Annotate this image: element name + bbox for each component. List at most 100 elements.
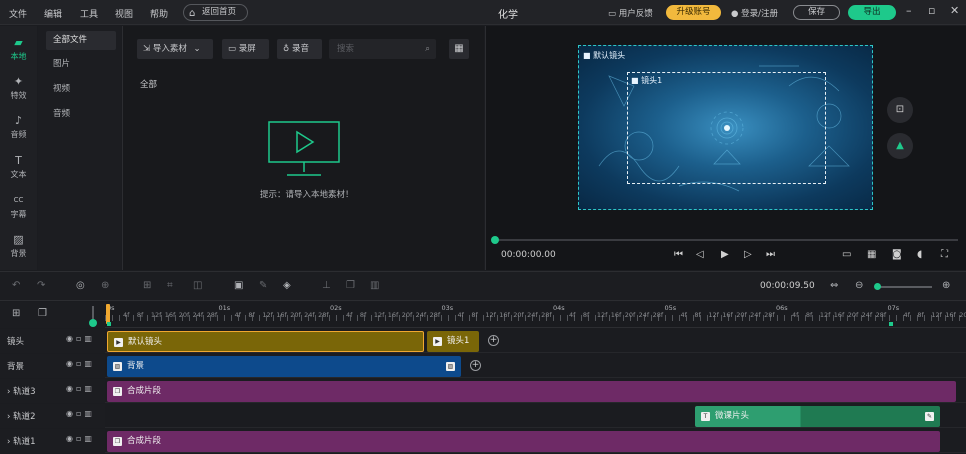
playback-progress[interactable] [491,236,958,244]
undo-icon[interactable]: ↶ [12,280,20,291]
maximize-icon[interactable]: ▫ [928,4,935,17]
fit-screen-button[interactable]: ⊡ [887,97,913,123]
eye-icon[interactable]: ◉ [66,384,76,393]
clip-default-camera[interactable]: ▶ 默认镜头 [107,331,424,352]
eye-icon[interactable]: ◉ [66,359,76,368]
delete-icon[interactable]: ▥ [370,280,379,291]
track-controls[interactable]: ◉▫▥ [66,434,95,443]
home-button[interactable]: ⌂ 返回首页 [183,4,248,21]
fit-timeline-icon[interactable]: ⇔ [830,280,838,291]
import-media-button[interactable]: ⇲ 导入素材 ⌄ [137,39,213,59]
category-all-files[interactable]: 全部文件 [46,31,116,50]
zoom-slider[interactable] [876,286,932,288]
eye-icon[interactable]: ◉ [66,434,76,443]
menu-tools[interactable]: 工具 [80,7,98,20]
track-2: › 轨道2 ◉▫▥ T 微课片头 ✎ [0,404,966,428]
volume-icon[interactable]: ◖ [917,249,922,260]
nav-effects[interactable]: ✦ 特效 [0,75,37,101]
screen-mode-icon[interactable]: ▭ [842,249,851,260]
progress-knob[interactable] [491,236,499,244]
pen-icon[interactable]: ✎ [259,280,267,291]
fullscreen-icon[interactable]: ⛶ [941,249,948,260]
zoom-in-icon[interactable]: ⊕ [942,280,950,291]
skip-end-icon[interactable]: ⏭ [766,249,775,260]
grid-view-button[interactable]: ▦ [449,39,469,59]
playhead[interactable] [106,304,110,324]
add-track-icon[interactable]: ⊞ [12,308,20,319]
ruler-frame-label: 8f [582,311,590,319]
ruler-frame-label: 16f [276,311,287,319]
add-camera-button[interactable]: + [488,335,499,346]
preview-canvas[interactable]: ■ 默认镜头 ■ 镜头1 [578,45,873,210]
trash-icon[interactable]: ▥ [84,434,95,443]
menu-edit[interactable]: 编辑 [44,7,62,20]
play-icon[interactable]: ▶ [721,249,729,260]
eye-icon[interactable]: ◉ [66,409,76,418]
search-input[interactable]: 搜索 ⌕ [329,39,436,59]
nav-local[interactable]: ▰ 本地 [0,36,37,62]
add-background-button[interactable]: + [470,360,481,371]
close-icon[interactable]: ✕ [950,4,959,17]
save-button[interactable]: 保存 [793,5,840,20]
category-videos[interactable]: 视频 [46,80,116,99]
skip-start-icon[interactable]: ⏮ [674,249,683,260]
split-icon[interactable]: ⊞ [143,280,151,291]
track-controls[interactable]: ◉▫▥ [66,384,95,393]
menu-view[interactable]: 视图 [115,7,133,20]
nav-background[interactable]: ▨ 背景 [0,233,37,259]
login-link[interactable]: ● 登录/注册 [731,7,778,19]
trash-icon[interactable]: ▥ [84,334,95,343]
menu-file[interactable]: 文件 [9,7,27,20]
category-audio[interactable]: 音频 [46,105,116,124]
clip-intro[interactable]: T 微课片头 ✎ [695,406,940,427]
ruler-frame-label: 24f [638,311,650,319]
range-end-marker[interactable] [889,322,893,326]
record-screen-button[interactable]: ▭ 录屏 [222,39,269,59]
clip-camera1[interactable]: ▶ 镜头1 [427,331,479,352]
category-images[interactable]: 图片 [46,55,116,74]
step-back-icon[interactable]: ◁ [696,249,704,260]
eye-icon[interactable]: ◉ [66,334,76,343]
stamp-icon[interactable]: ⊥ [322,280,331,291]
export-button[interactable]: 导出 [848,5,896,20]
step-forward-icon[interactable]: ▷ [744,249,752,260]
clip-label: 微课片头 [715,411,750,421]
image-edit-icon[interactable]: ▣ [234,280,243,291]
camera1-frame[interactable]: ■ 镜头1 [627,72,826,184]
target-icon[interactable]: ⊕ [101,280,109,291]
range-start-marker[interactable] [107,322,111,326]
menu-help[interactable]: 帮助 [150,7,168,20]
track-controls[interactable]: ◉▫▥ [66,409,95,418]
clip-composite[interactable]: ❐ 合成片段 [107,431,940,452]
copy-icon[interactable]: ❐ [346,280,355,291]
track-controls[interactable]: ◉▫▥ [66,359,95,368]
mirror-icon[interactable]: ◫ [193,280,202,291]
feedback-link[interactable]: ▭ 用户反馈 [608,7,653,19]
trash-icon[interactable]: ▥ [84,384,95,393]
lock-button[interactable]: ▲ [887,133,913,159]
clip-composite[interactable]: ❐ 合成片段 [107,381,956,402]
track-height-slider[interactable] [92,306,94,320]
clip-background[interactable]: ▨ 背景 ▨ [107,356,461,377]
upgrade-button[interactable]: 升级账号 [666,5,721,20]
zoom-knob[interactable] [874,283,881,290]
nav-audio[interactable]: ♪ 音频 [0,114,37,140]
nav-text[interactable]: T 文本 [0,154,37,180]
grid-overlay-icon[interactable]: ▦ [867,249,876,260]
layers-icon[interactable]: ◈ [283,280,291,291]
zoom-out-icon[interactable]: ⊖ [855,280,863,291]
track-1: › 轨道1 ◉▫▥ ❐ 合成片段 [0,429,966,453]
trash-icon[interactable]: ▥ [84,359,95,368]
record-icon[interactable]: ◎ [76,280,85,291]
crop-icon[interactable]: ⌗ [167,280,173,291]
timeline-ruler[interactable]: 0s 4f 8f 12f 16f 20f 24f 28f 01s 4f 8f 12f 16f 20f 24f… [105,302,966,328]
minimize-icon[interactable]: – [906,4,912,17]
snapshot-icon[interactable]: ◙ [892,249,902,260]
nav-captions[interactable]: CC 字幕 [0,194,37,220]
track-height-knob[interactable] [89,319,97,327]
track-copy-icon[interactable]: ❐ [38,308,47,319]
redo-icon[interactable]: ↷ [37,280,45,291]
record-audio-button[interactable]: ♁ 录音 [277,39,322,59]
trash-icon[interactable]: ▥ [84,409,95,418]
track-controls[interactable]: ◉▫▥ [66,334,95,343]
